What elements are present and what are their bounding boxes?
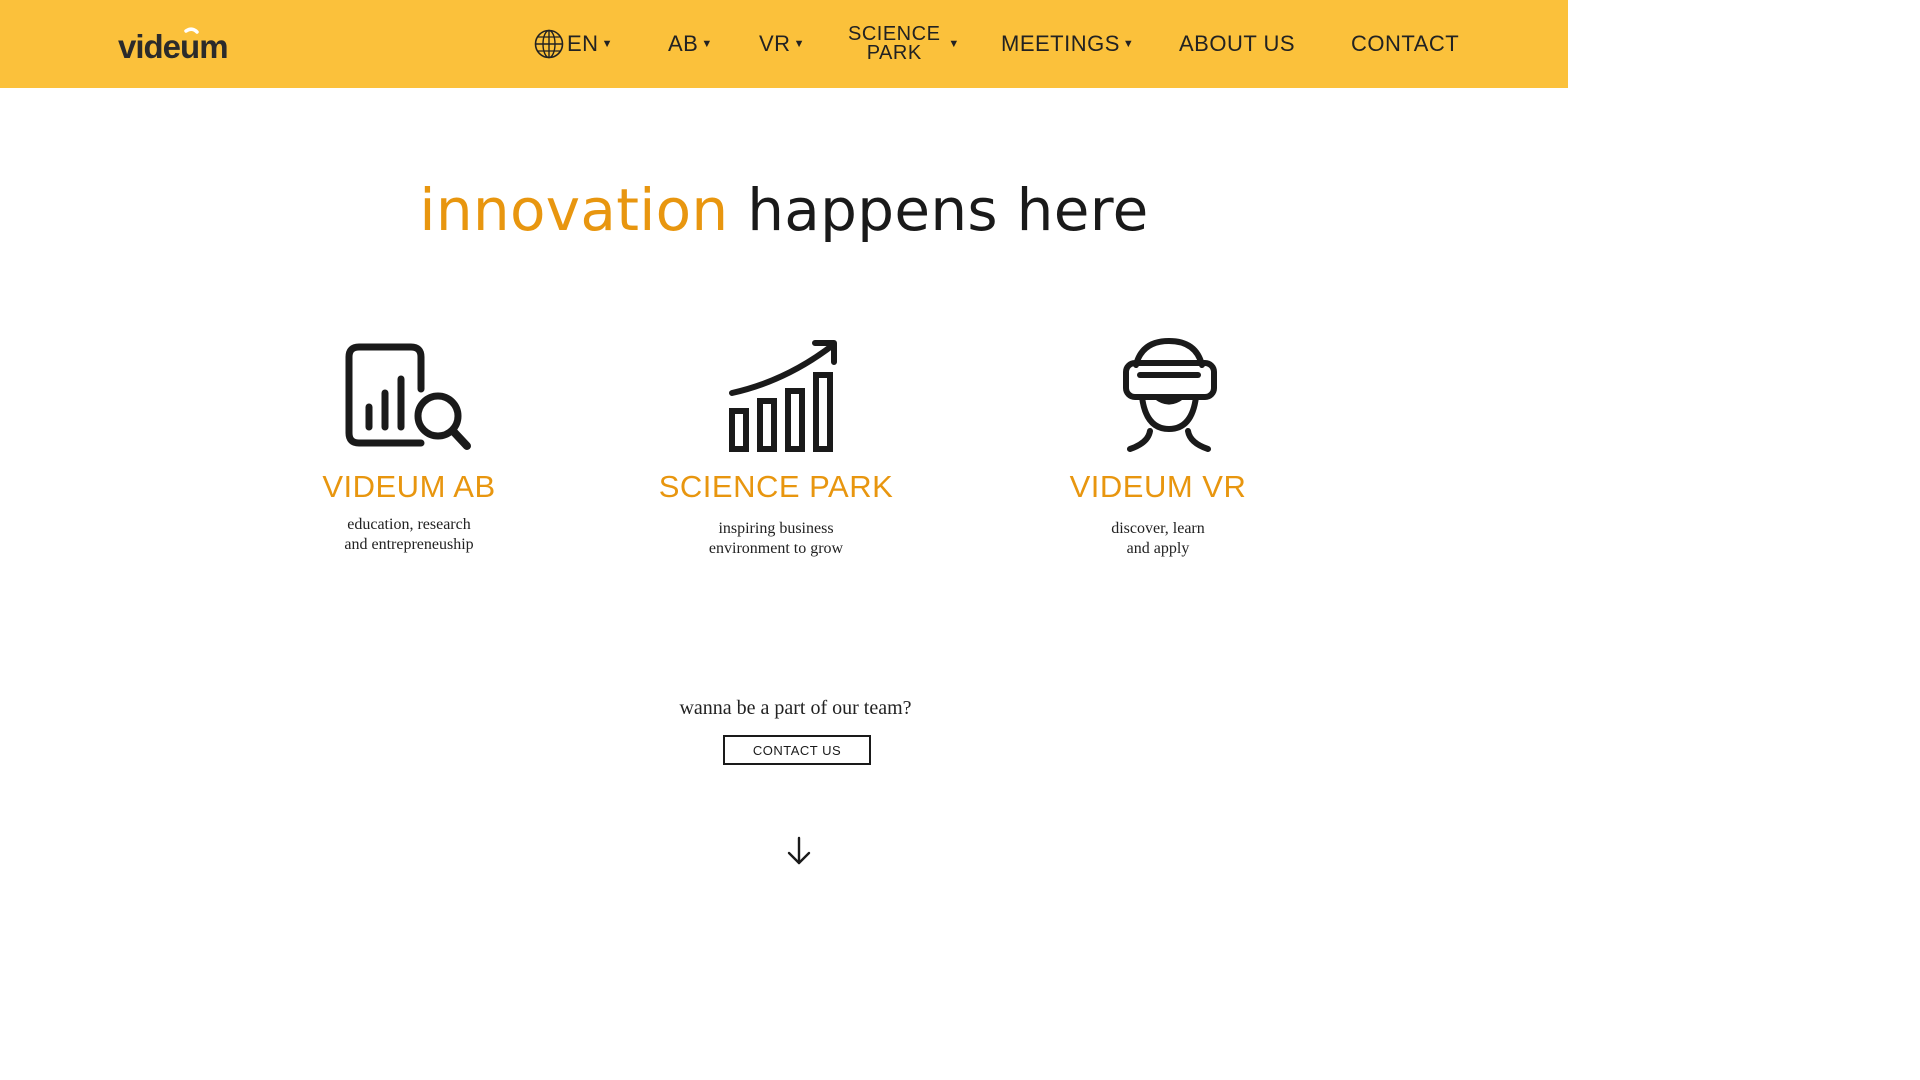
card-desc-line2: and apply bbox=[1126, 540, 1190, 557]
language-selector[interactable]: EN ▼ bbox=[534, 0, 613, 88]
chevron-down-icon: ▼ bbox=[948, 38, 960, 50]
nav-about-us-label: ABOUT US bbox=[1179, 31, 1296, 56]
card-title: VIDEUM VR bbox=[1069, 469, 1247, 504]
card-desc-line1: discover, learn bbox=[1111, 520, 1205, 537]
nav-science-park-label: SCIENCE PARK bbox=[848, 24, 940, 64]
card-description: discover, learn and apply bbox=[1038, 519, 1278, 559]
card-description: inspiring business environment to grow bbox=[656, 519, 896, 559]
nav-science-park-line2: PARK bbox=[866, 42, 922, 64]
arrow-down-icon[interactable] bbox=[786, 836, 812, 866]
card-title: VIDEUM AB bbox=[322, 469, 496, 504]
card-desc-line2: environment to grow bbox=[708, 540, 844, 557]
nav-item-vr[interactable]: VR ▼ bbox=[759, 0, 805, 88]
nav-item-ab[interactable]: AB ▼ bbox=[668, 0, 713, 88]
chevron-down-icon: ▼ bbox=[1122, 38, 1135, 50]
card-description: education, research and entrepreneuship bbox=[289, 515, 529, 555]
chevron-down-icon: ▼ bbox=[701, 38, 713, 50]
contact-us-button[interactable]: CONTACT US bbox=[723, 735, 871, 765]
vr-headset-icon bbox=[1123, 337, 1217, 452]
chevron-down-icon: ▼ bbox=[601, 38, 613, 50]
hero-accent-word: innovation bbox=[419, 176, 729, 244]
nav-item-contact[interactable]: CONTACT bbox=[1351, 0, 1459, 88]
card-science-park[interactable]: SCIENCE PARK inspiring business environm… bbox=[596, 335, 956, 559]
nav-ab-label: AB bbox=[668, 31, 699, 56]
site-header: videum EN ▼ AB ▼ VR ▼ SCIENCE PARK ▼ MEE… bbox=[0, 0, 1568, 88]
card-desc-line1: education, research bbox=[347, 516, 471, 533]
hero-rest: happens here bbox=[747, 176, 1149, 244]
card-videum-vr[interactable]: VIDEUM VR discover, learn and apply bbox=[978, 335, 1338, 559]
analytics-search-icon bbox=[345, 343, 471, 450]
hero-heading: innovation happens here bbox=[0, 176, 1568, 244]
card-title: SCIENCE PARK bbox=[658, 469, 894, 504]
videum-logo[interactable]: videum bbox=[117, 26, 239, 66]
nav-item-meetings[interactable]: MEETINGS ▼ bbox=[1001, 0, 1134, 88]
chevron-down-icon: ▼ bbox=[793, 38, 805, 50]
language-label: EN bbox=[567, 31, 599, 56]
nav-contact-label: CONTACT bbox=[1351, 31, 1460, 56]
nav-meetings-label: MEETINGS bbox=[1001, 31, 1120, 56]
card-desc-line1: inspiring business bbox=[718, 520, 834, 537]
card-videum-ab[interactable]: VIDEUM AB education, research and entrep… bbox=[229, 335, 589, 555]
globe-icon bbox=[534, 29, 564, 59]
nav-vr-label: VR bbox=[759, 31, 791, 56]
nav-item-about-us[interactable]: ABOUT US bbox=[1179, 0, 1295, 88]
team-invite-text: wanna be a part of our team? bbox=[679, 697, 912, 719]
nav-item-science-park[interactable]: SCIENCE PARK ▼ bbox=[848, 0, 960, 88]
growth-chart-icon bbox=[729, 340, 837, 452]
logo-text: videum bbox=[118, 28, 228, 65]
card-desc-line2: and entrepreneuship bbox=[344, 536, 474, 553]
